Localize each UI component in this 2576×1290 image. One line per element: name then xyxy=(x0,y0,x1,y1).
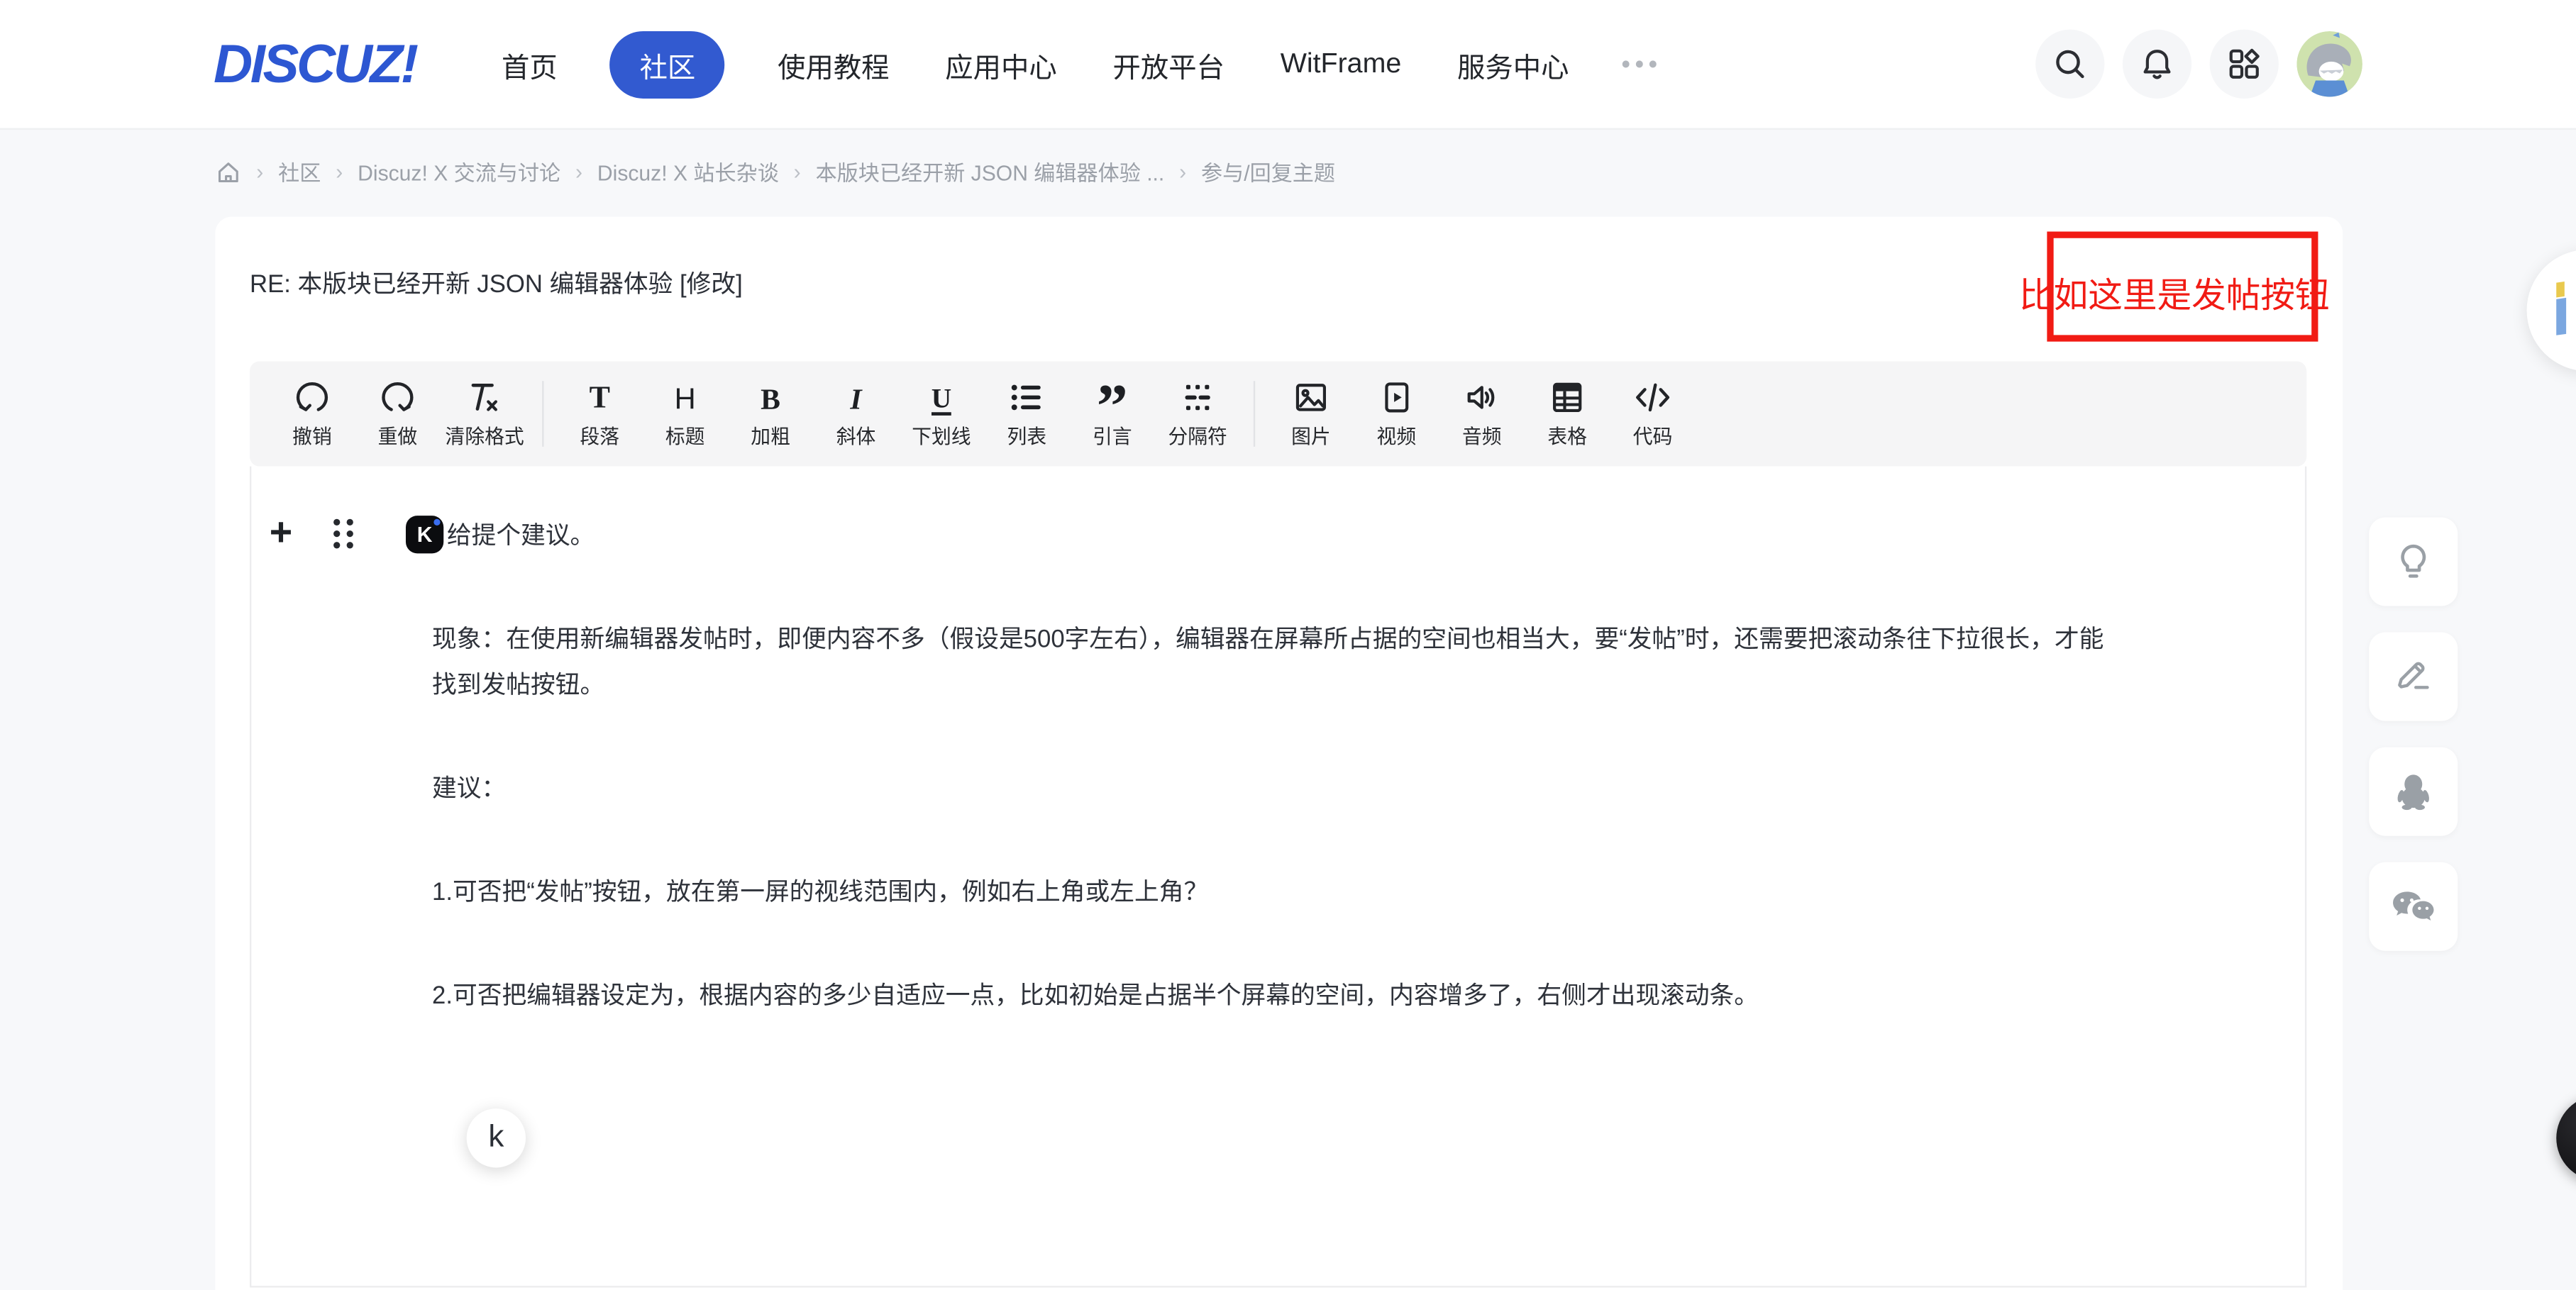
breadcrumb-item[interactable]: 本版块已经开新 JSON 编辑器体验 ... xyxy=(816,156,1165,187)
user-avatar[interactable] xyxy=(2296,31,2362,97)
bold-icon: B xyxy=(761,379,780,415)
lightbulb-icon xyxy=(2392,540,2435,583)
floating-rail xyxy=(2369,517,2458,950)
heading-button[interactable]: H 标题 xyxy=(647,368,723,460)
breadcrumb-item-current[interactable]: 参与/回复主题 xyxy=(1201,156,1335,187)
wechat-contact-button[interactable] xyxy=(2369,862,2458,951)
insert-table-button[interactable]: 表格 xyxy=(1530,368,1605,460)
discuz-logo[interactable]: DISCUZ! xyxy=(214,33,416,95)
redo-icon xyxy=(380,379,416,415)
search-button[interactable] xyxy=(2035,30,2104,99)
editor-paragraph[interactable]: 现象：在使用新编辑器发帖时，即便内容不多（假设是500字左右），编辑器在屏幕所占… xyxy=(432,618,2108,710)
page-title: RE: 本版块已经开新 JSON 编辑器体验 [修改] xyxy=(250,266,743,301)
nav-item-witframe[interactable]: WitFrame xyxy=(1277,35,1405,94)
paragraph-icon: T xyxy=(590,379,610,415)
qq-contact-button[interactable] xyxy=(2369,747,2458,836)
feedback-button[interactable] xyxy=(2369,517,2458,606)
list-button[interactable]: 列表 xyxy=(989,368,1065,460)
bold-button[interactable]: B 加粗 xyxy=(733,368,809,460)
annotation-text: 比如这里是发帖按钮 xyxy=(2019,269,2330,318)
brand-widget-bubble[interactable] xyxy=(2527,250,2576,371)
image-icon xyxy=(1293,379,1329,415)
qq-icon xyxy=(2390,769,2436,815)
add-block-button[interactable]: + xyxy=(256,509,305,558)
redo-button[interactable]: 重做 xyxy=(360,368,436,460)
editor-block-row: + K 给提个建议。 xyxy=(251,509,595,558)
editor-content-area[interactable]: + K 给提个建议。 现象：在使用新编辑器发帖时，即便内容不多（假设是500字左… xyxy=(250,467,2306,1288)
reply-editor-card: RE: 本版块已经开新 JSON 编辑器体验 [修改] 撤销 xyxy=(215,217,2343,1290)
apps-icon xyxy=(2226,46,2262,82)
nav-item-open-platform[interactable]: 开放平台 xyxy=(1110,30,1228,98)
drag-handle[interactable] xyxy=(326,516,362,552)
nav-item-app-center[interactable]: 应用中心 xyxy=(942,30,1061,98)
undo-button[interactable]: 撤销 xyxy=(275,368,350,460)
isometric-logo-icon xyxy=(2546,274,2576,347)
nav-item-home[interactable]: 首页 xyxy=(498,30,560,98)
kimi-assistant-fab[interactable]: K xyxy=(2556,1096,2576,1181)
paragraph-button[interactable]: T 段落 xyxy=(562,368,638,460)
nav-more-button[interactable]: ••• xyxy=(1622,50,1662,78)
insert-audio-button[interactable]: 音频 xyxy=(1444,368,1520,460)
main-nav: 首页 社区 使用教程 应用中心 开放平台 WitFrame 服务中心 ••• xyxy=(498,30,1662,98)
insert-image-button[interactable]: 图片 xyxy=(1273,368,1349,460)
video-icon xyxy=(1378,379,1415,415)
clear-format-icon xyxy=(467,379,503,415)
underline-button[interactable]: U 下划线 xyxy=(904,368,980,460)
clear-format-button[interactable]: 清除格式 xyxy=(446,368,524,460)
code-icon xyxy=(1633,379,1673,415)
kimi-mention-badge[interactable]: K xyxy=(406,515,443,552)
divider-block-button[interactable]: 分隔符 xyxy=(1160,368,1236,460)
notifications-icon xyxy=(2139,46,2175,82)
underline-icon: U xyxy=(932,379,951,415)
breadcrumb-item[interactable]: Discuz! X 交流与讨论 xyxy=(358,156,560,187)
pencil-icon xyxy=(2392,655,2435,698)
toolbar-divider xyxy=(542,381,543,447)
insert-video-button[interactable]: 视频 xyxy=(1359,368,1435,460)
write-post-button[interactable] xyxy=(2369,633,2458,721)
table-icon xyxy=(1549,379,1586,415)
page: DISCUZ! 首页 社区 使用教程 应用中心 开放平台 WitFrame 服务… xyxy=(0,0,2576,1290)
divider-icon xyxy=(1180,379,1216,415)
list-icon xyxy=(1009,379,1045,415)
heading-icon: H xyxy=(675,379,696,415)
home-icon[interactable] xyxy=(215,158,241,184)
notification-dot xyxy=(433,518,440,526)
insert-code-button[interactable]: 代码 xyxy=(1615,368,1691,460)
navbar-actions xyxy=(2035,30,2362,99)
nav-item-tutorials[interactable]: 使用教程 xyxy=(774,30,892,98)
nav-item-community[interactable]: 社区 xyxy=(610,30,725,98)
audio-icon xyxy=(1464,379,1500,415)
breadcrumb-item[interactable]: 社区 xyxy=(278,156,321,187)
editor-first-line[interactable]: 给提个建议。 xyxy=(447,516,595,551)
quote-icon: ” xyxy=(1097,379,1128,415)
toolbar-divider xyxy=(1254,381,1255,447)
top-navbar: DISCUZ! 首页 社区 使用教程 应用中心 开放平台 WitFrame 服务… xyxy=(0,0,2576,130)
italic-button[interactable]: I 斜体 xyxy=(818,368,894,460)
apps-button[interactable] xyxy=(2210,30,2279,99)
kimi-inline-bubble[interactable]: k xyxy=(467,1108,526,1167)
editor-paragraph[interactable]: 1.可否把“发帖”按钮，放在第一屏的视线范围内，例如右上角或左上角？ xyxy=(432,870,2108,916)
editor-paragraph[interactable]: 2.可否把编辑器设定为，根据内容的多少自适应一点，比如初始是占据半个屏幕的空间，… xyxy=(432,974,2108,1020)
search-icon xyxy=(2052,46,2088,82)
notifications-button[interactable] xyxy=(2123,30,2191,99)
italic-icon: I xyxy=(850,379,861,415)
editor-toolbar: 撤销 重做 清除格式 xyxy=(250,361,2306,466)
editor-paragraphs[interactable]: 现象：在使用新编辑器发帖时，即便内容不多（假设是500字左右），编辑器在屏幕所占… xyxy=(432,618,2108,1077)
quote-button[interactable]: ” 引言 xyxy=(1075,368,1151,460)
wechat-icon xyxy=(2389,884,2438,930)
editor-paragraph[interactable]: 建议： xyxy=(432,767,2108,813)
breadcrumb: › 社区 › Discuz! X 交流与讨论 › Discuz! X 站长杂谈 … xyxy=(215,156,1335,187)
undo-icon xyxy=(294,379,331,415)
nav-item-service-center[interactable]: 服务中心 xyxy=(1454,30,1572,98)
breadcrumb-item[interactable]: Discuz! X 站长杂谈 xyxy=(597,156,779,187)
